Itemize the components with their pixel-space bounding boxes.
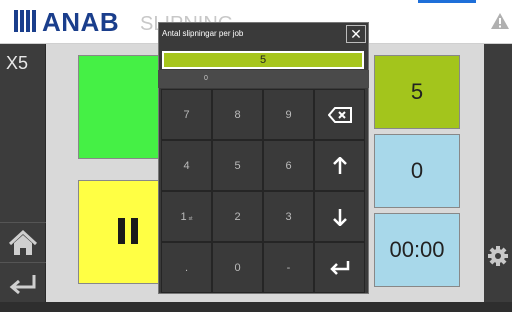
enter-button[interactable] — [314, 242, 365, 293]
key-7[interactable]: 7 — [161, 89, 212, 140]
key-1-suffix: st — [188, 216, 193, 222]
enter-icon — [329, 260, 349, 275]
done-count-tile[interactable]: 0 — [374, 134, 460, 208]
settings-button[interactable] — [484, 236, 512, 276]
value-input[interactable]: 5 — [162, 51, 364, 69]
dialog-title: Antal slipningar per job — [162, 29, 244, 38]
logo-bars-icon — [14, 10, 38, 32]
return-icon — [9, 275, 36, 295]
decrement-button[interactable] — [314, 191, 365, 242]
key-decimal[interactable]: . — [161, 242, 212, 293]
key-8[interactable]: 8 — [212, 89, 263, 140]
key-0[interactable]: 0 — [212, 242, 263, 293]
key-1[interactable]: 1st — [161, 191, 212, 242]
key-1-label: 1 — [180, 210, 187, 223]
key-6[interactable]: 6 — [263, 140, 314, 191]
gear-icon — [488, 246, 508, 266]
return-button[interactable] — [0, 262, 46, 302]
warning-icon[interactable] — [490, 12, 510, 30]
machine-label: X5 — [6, 53, 29, 73]
key-minus[interactable]: - — [263, 242, 314, 293]
key-2[interactable]: 2 — [212, 191, 263, 242]
bottom-strip — [0, 302, 512, 312]
key-4[interactable]: 4 — [161, 140, 212, 191]
status-tile-green[interactable] — [78, 55, 168, 159]
pause-icon — [118, 218, 138, 244]
time-tile[interactable]: 00:00 — [374, 213, 460, 287]
secondary-value: 0 — [158, 70, 369, 88]
arrow-down-icon — [332, 208, 347, 226]
key-3[interactable]: 3 — [263, 191, 314, 242]
count-tile[interactable]: 5 — [374, 55, 460, 129]
backspace-icon — [327, 106, 352, 123]
increment-button[interactable] — [314, 140, 365, 191]
backspace-button[interactable] — [314, 89, 365, 140]
key-5[interactable]: 5 — [212, 140, 263, 191]
arrow-up-icon — [332, 156, 347, 174]
home-button[interactable] — [0, 222, 46, 262]
close-icon: ✕ — [350, 26, 362, 42]
key-9[interactable]: 9 — [263, 89, 314, 140]
logo-text: ANAB — [42, 7, 120, 37]
close-button[interactable]: ✕ — [346, 25, 366, 43]
header-accent-line — [418, 0, 476, 3]
home-icon — [8, 229, 38, 255]
